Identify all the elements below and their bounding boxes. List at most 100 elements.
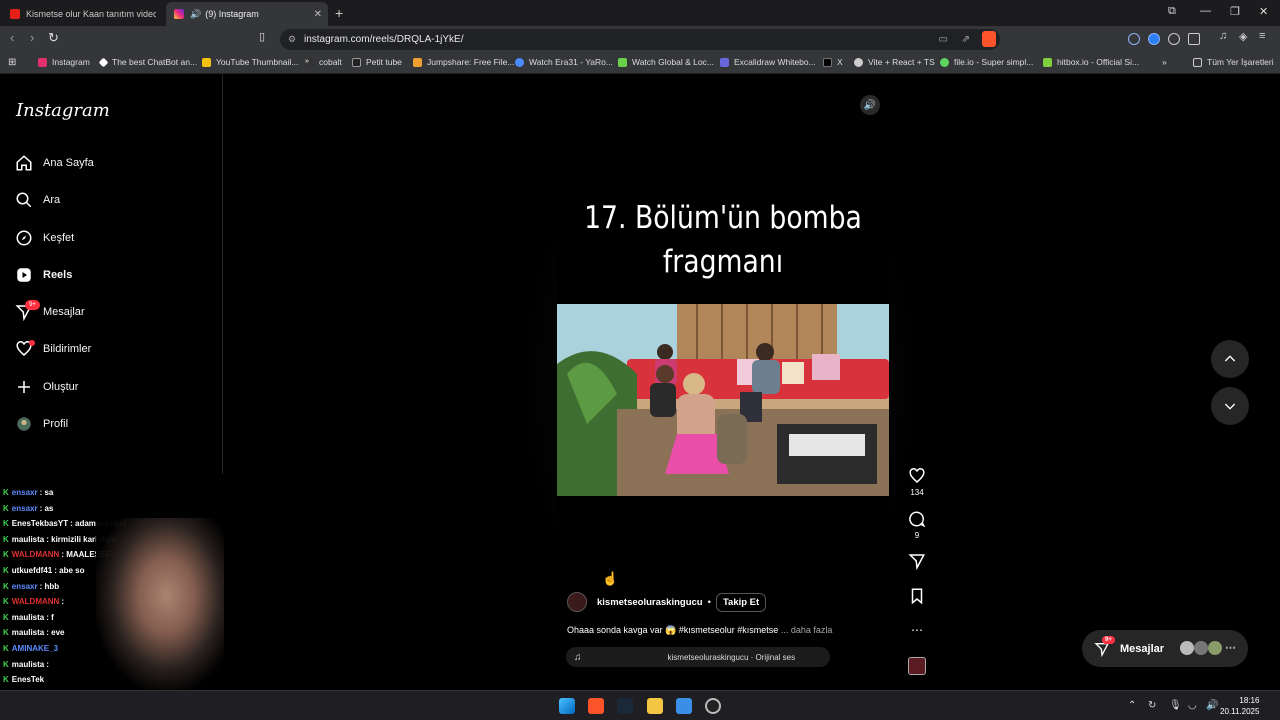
bookmark-item[interactable]: Instagram [38, 57, 90, 67]
browser-tab-youtube[interactable]: Kismetse olur Kaan tanıtım videosu [2, 2, 164, 26]
extensions-icon[interactable]: ⧉ [1168, 5, 1176, 18]
microphone-icon[interactable]: 🎙 [1169, 700, 1182, 711]
brave-shield-icon[interactable] [982, 31, 996, 47]
bookmark-item[interactable]: Vite + React + TS [854, 57, 935, 67]
bookmark-item[interactable]: Watch Era31 - YaRo... [515, 57, 613, 67]
reels-icon [17, 268, 31, 282]
heart-icon [909, 468, 925, 483]
bookmark-item[interactable]: file.io - Super simpl... [940, 57, 1033, 67]
next-reel-button[interactable] [1211, 387, 1249, 425]
messages-floating-button[interactable]: Mesajlar 9+ ⋯ [1082, 630, 1248, 667]
music-icon[interactable]: ♫ [1219, 30, 1227, 42]
share-button[interactable] [907, 552, 927, 570]
follow-button[interactable]: Takip Et [715, 592, 767, 612]
forward-icon[interactable]: › [30, 30, 34, 45]
sidebar-item-create[interactable]: Oluştur [15, 378, 78, 396]
bookmark-item[interactable]: Excalidraw Whitebo... [720, 57, 816, 67]
sidebar-item-profile[interactable]: Profil [15, 415, 68, 433]
reel-video[interactable]: 🔊 17. Bölüm'ün bomba fragmanı [557, 88, 889, 678]
sidebar-item-label: Profil [43, 418, 69, 430]
bookmark-folder[interactable]: Tüm Yer İşaretleri [1193, 57, 1274, 67]
instagram-logo[interactable]: Instagram [16, 100, 110, 121]
kick-badge-icon: K [3, 566, 9, 575]
wifi-icon[interactable]: ◡ [1188, 700, 1197, 711]
bookmark-item[interactable]: X [823, 57, 843, 67]
chat-text: : hbb [39, 581, 60, 591]
url-field[interactable]: ⚙ instagram.com/reels/DRQLA-1jYkE/ ▭ ⇗ [280, 29, 1000, 50]
taskbar-clock[interactable]: 18:16 20.11.2025 [1220, 695, 1259, 717]
file-explorer-icon[interactable] [647, 698, 663, 714]
obs-icon[interactable] [705, 698, 721, 714]
extension-icon[interactable] [1128, 33, 1140, 45]
sidebar-item-reels[interactable]: Reels [15, 266, 72, 284]
share-icon[interactable]: ⇗ [962, 34, 970, 45]
back-icon[interactable]: ‹ [10, 30, 14, 45]
apps-icon[interactable]: ⊞ [8, 57, 16, 68]
chat-username[interactable]: AMINAKE_3 [12, 644, 58, 653]
brave-browser-icon[interactable] [588, 698, 604, 714]
bookmark-item[interactable]: YouTube Thumbnail... [202, 57, 298, 67]
more-icon: ⋯ [1225, 642, 1236, 654]
audio-track[interactable]: ♫ kismetseoluraskingucu · Orijinal ses [566, 647, 830, 667]
maximize-button[interactable]: ❐ [1230, 5, 1240, 18]
more-bookmarks-icon[interactable]: » [1162, 57, 1167, 67]
chat-username[interactable]: ensaxr [12, 582, 38, 591]
chat-username[interactable]: WALDMANN [12, 550, 60, 559]
kick-badge-icon: K [3, 550, 9, 560]
more-link[interactable]: ... daha fazla [781, 625, 833, 635]
site-info-icon[interactable]: ⚙ [288, 34, 296, 45]
volume-icon[interactable]: 🔊 [1206, 700, 1218, 711]
sidebar-item-explore[interactable]: Keşfet [15, 229, 74, 247]
save-button[interactable] [907, 587, 927, 605]
bookmark-item[interactable]: Jumpshare: Free File... [413, 57, 514, 67]
webcam-overlay [96, 518, 224, 690]
comment-button[interactable]: 9 [907, 510, 927, 540]
chat-username[interactable]: maulista [12, 660, 44, 669]
puzzle-icon[interactable] [1168, 33, 1180, 45]
network-sync-icon[interactable]: ↻ [1148, 700, 1156, 711]
bookmark-item[interactable]: The best ChatBot an... [98, 57, 197, 67]
close-tab-icon[interactable]: ✕ [314, 9, 322, 20]
extension-icon[interactable] [1148, 33, 1160, 45]
bookmark-item[interactable]: » cobalt [305, 57, 342, 67]
like-button[interactable]: 134 [907, 467, 927, 497]
chat-username[interactable]: maulista [12, 628, 44, 637]
chat-username[interactable]: EnesTek [12, 675, 44, 684]
previous-reel-button[interactable] [1211, 340, 1249, 378]
username-link[interactable]: kismetseoluraskingucu [597, 597, 703, 608]
bookmark-item[interactable]: hitbox.io - Official Si... [1043, 57, 1139, 67]
sidebar-item-home[interactable]: Ana Sayfa [15, 154, 94, 172]
chat-username[interactable]: ensaxr [12, 504, 38, 513]
chat-username[interactable]: EnesTekbasYT [12, 519, 68, 528]
like-count: 134 [910, 488, 924, 497]
cast-icon[interactable]: ▭ [939, 34, 948, 45]
browser-tab-instagram[interactable]: 🔊 (9) Instagram ✕ [166, 2, 328, 26]
new-tab-button[interactable]: + [335, 5, 343, 21]
reload-icon[interactable]: ↻ [48, 30, 59, 46]
bookmark-item[interactable]: Watch Global & Loc... [618, 57, 714, 67]
minimize-button[interactable]: — [1200, 5, 1211, 17]
bookmark-item[interactable]: Petit tube [352, 57, 402, 67]
avatar[interactable] [567, 592, 587, 612]
sidebar-icon[interactable] [1188, 33, 1200, 45]
store-icon[interactable] [676, 698, 692, 714]
steam-icon[interactable] [617, 698, 633, 714]
menu-icon[interactable]: ≡ [1259, 30, 1265, 42]
close-window-button[interactable]: ✕ [1259, 5, 1268, 18]
windows-start-icon[interactable] [559, 698, 575, 714]
volume-icon[interactable]: 🔊 [860, 95, 880, 115]
chat-username[interactable]: ensaxr [12, 488, 38, 497]
audio-thumbnail[interactable] [907, 657, 927, 675]
more-options-icon[interactable]: ⋯ [907, 623, 927, 637]
bookmark-icon[interactable]: ▯ [259, 30, 265, 43]
chat-username[interactable]: maulista [12, 535, 44, 544]
wallet-icon[interactable]: ◈ [1239, 30, 1247, 43]
chat-message: Kmaulista: eve [3, 628, 64, 637]
chat-username[interactable]: utkuefdf41 [12, 566, 52, 575]
chat-username[interactable]: WALDMANN [12, 597, 60, 606]
chevron-up-icon[interactable]: ⌃ [1128, 700, 1136, 711]
sidebar-item-search[interactable]: Ara [15, 191, 60, 209]
sidebar-item-notifications[interactable]: Bildirimler [15, 340, 91, 358]
clock-time: 18:16 [1239, 696, 1260, 705]
chat-username[interactable]: maulista [12, 613, 44, 622]
